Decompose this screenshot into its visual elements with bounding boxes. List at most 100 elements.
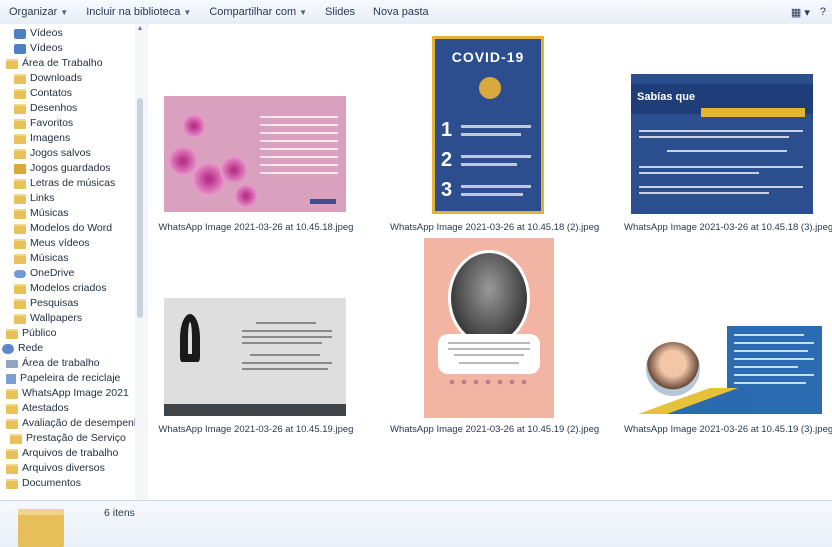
file-thumbnail: Sabías que — [631, 74, 813, 214]
covid-title: COVID-19 — [451, 49, 525, 65]
sidebar-item[interactable]: Atestados — [6, 401, 69, 416]
sidebar-item[interactable]: Modelos do Word — [14, 221, 112, 236]
folder-icon — [14, 313, 26, 324]
sidebar-item[interactable]: Arquivos diversos — [6, 461, 105, 476]
sidebar-item[interactable]: Prestação de Serviço — [10, 431, 126, 446]
sidebar-item[interactable]: Área de trabalho — [6, 356, 100, 371]
footer-band — [164, 404, 346, 416]
sidebar-item[interactable]: Downloads — [14, 71, 82, 86]
file-thumbnail — [164, 298, 346, 416]
step-number: 1 — [441, 119, 453, 141]
decorative-swoosh — [632, 388, 752, 414]
chevron-down-icon: ▼ — [60, 7, 69, 17]
sidebar-item[interactable]: Modelos criados — [14, 281, 106, 296]
sidebar-item[interactable]: Vídeos — [14, 41, 63, 56]
sidebar-item[interactable]: Links — [14, 191, 55, 206]
sidebar-item[interactable]: Contatos — [14, 86, 72, 101]
file-thumbnail — [164, 96, 346, 212]
folder-icon — [14, 148, 26, 159]
navigation-pane: Vídeos Vídeos Área de Trabalho Downloads… — [0, 24, 147, 500]
folder-icon — [6, 478, 18, 489]
text-line — [461, 125, 531, 128]
folder-icon — [14, 253, 26, 264]
sidebar-item[interactable]: Pesquisas — [14, 296, 78, 311]
file-thumbnail — [424, 238, 554, 418]
sidebar-item[interactable]: Favoritos — [14, 116, 73, 131]
include-library-menu[interactable]: Incluir na biblioteca ▼ — [77, 0, 200, 25]
sidebar-item[interactable]: Letras de músicas — [14, 176, 115, 191]
sidebar-item[interactable]: Avaliação de desempenho — [6, 416, 146, 431]
folder-icon — [14, 103, 26, 114]
text-line — [734, 334, 804, 336]
text-line — [639, 136, 789, 138]
text-line — [454, 354, 524, 356]
sidebar-item[interactable]: Músicas — [14, 251, 69, 266]
file-thumbnail: COVID-19 1 2 3 — [432, 36, 544, 214]
sidebar-item[interactable]: Meus vídeos — [14, 236, 90, 251]
folder-icon — [14, 88, 26, 99]
thumbnail-text-lines — [260, 110, 338, 180]
sidebar-item[interactable]: Vídeos — [14, 26, 63, 41]
scroll-up-arrow-icon[interactable]: ▲ — [136, 25, 144, 33]
floral-border — [446, 376, 532, 388]
sidebar-item[interactable]: OneDrive — [14, 266, 74, 281]
text-line — [448, 342, 530, 344]
sidebar-item[interactable]: Público — [6, 326, 56, 341]
text-line — [448, 348, 530, 350]
logo-mark — [310, 199, 336, 204]
folder-icon — [14, 73, 26, 84]
sidebar-item[interactable]: Arquivos de trabalho — [6, 446, 118, 461]
sidebar-item[interactable]: Jogos guardados — [14, 161, 111, 176]
folder-icon — [14, 118, 26, 129]
folder-icon — [14, 193, 26, 204]
sidebar-item[interactable]: Documentos — [6, 476, 81, 491]
text-line — [242, 330, 332, 332]
text-line — [242, 342, 322, 344]
folder-icon — [6, 463, 18, 474]
text-line — [639, 192, 769, 194]
text-line — [734, 366, 798, 368]
sidebar-scroll-thumb[interactable] — [137, 98, 143, 318]
folder-icon — [14, 298, 26, 309]
folder-icon — [18, 509, 64, 547]
text-line — [734, 358, 814, 360]
video-icon — [14, 28, 26, 39]
view-options-button[interactable]: ▦ ▾ — [791, 6, 810, 19]
organize-label: Organizar — [9, 5, 58, 18]
text-line — [256, 322, 316, 324]
text-line — [461, 193, 523, 196]
file-name: WhatsApp Image 2021-03-26 at 10.45.19 (3… — [624, 424, 832, 435]
sidebar-item[interactable]: Jogos salvos — [14, 146, 91, 161]
sidebar-item[interactable]: Papeleira de reciclaje — [6, 371, 120, 386]
help-button[interactable]: ? — [820, 6, 826, 18]
chevron-down-icon: ▼ — [299, 7, 308, 17]
sidebar-item[interactable]: WhatsApp Image 2021 — [6, 386, 129, 401]
sidebar-item[interactable]: Músicas — [14, 206, 69, 221]
text-line — [461, 163, 517, 166]
share-with-label: Compartilhar com — [209, 5, 297, 18]
orchid-flower — [182, 114, 206, 138]
text-line — [639, 130, 803, 132]
folder-icon — [6, 418, 18, 429]
sidebar-item[interactable]: Rede — [2, 341, 43, 356]
organize-menu[interactable]: Organizar ▼ — [0, 0, 77, 25]
text-line — [242, 362, 332, 364]
sidebar-item[interactable]: Wallpapers — [14, 311, 82, 326]
text-line — [734, 382, 806, 384]
text-line — [734, 374, 814, 376]
text-line — [639, 166, 803, 168]
include-library-label: Incluir na biblioteca — [86, 5, 181, 18]
slideshow-label: Slides — [325, 6, 356, 18]
sidebar-item[interactable]: Área de Trabalho — [6, 56, 103, 71]
share-with-menu[interactable]: Compartilhar com ▼ — [200, 0, 316, 25]
sidebar-item[interactable]: Imagens — [14, 131, 70, 146]
item-count: 6 itens — [104, 507, 135, 519]
network-icon — [2, 343, 14, 354]
chevron-down-icon: ▼ — [183, 7, 192, 17]
new-folder-button[interactable]: Nova pasta — [364, 0, 438, 24]
sidebar-item[interactable]: Desenhos — [14, 101, 77, 116]
text-line — [734, 342, 814, 344]
file-name: WhatsApp Image 2021-03-26 at 10.45.18.jp… — [158, 222, 354, 233]
slideshow-button[interactable]: Slides — [316, 0, 364, 24]
recycle-bin-icon — [6, 373, 16, 384]
